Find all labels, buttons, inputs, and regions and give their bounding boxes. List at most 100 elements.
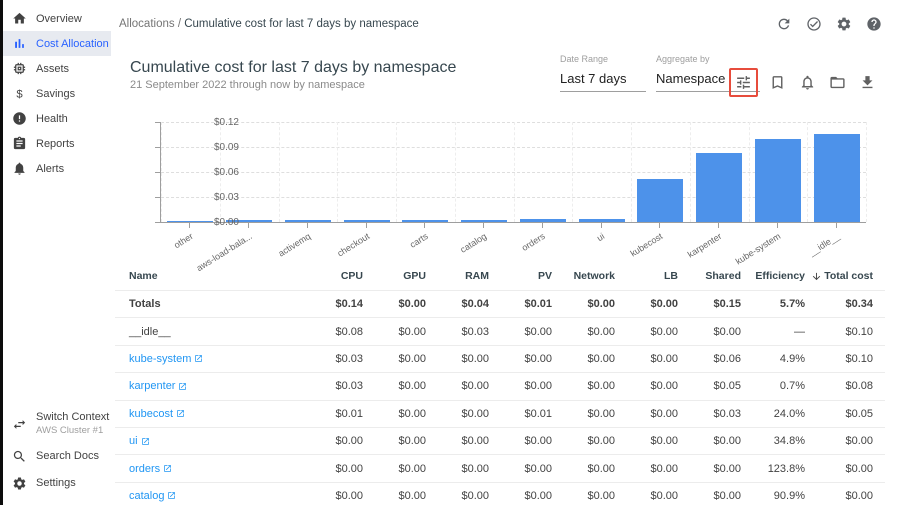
cell-ram: $0.00 bbox=[426, 435, 489, 447]
date-range-select[interactable]: Last 7 days bbox=[560, 71, 646, 92]
check-circle-button[interactable] bbox=[804, 14, 824, 34]
column-header-lb[interactable]: LB bbox=[615, 270, 678, 282]
cell-efficiency: 123.8% bbox=[741, 463, 805, 475]
x-axis-tick bbox=[366, 223, 367, 228]
help-button[interactable] bbox=[864, 14, 884, 34]
cell-ram: $0.03 bbox=[426, 326, 489, 338]
refresh-button[interactable] bbox=[774, 14, 794, 34]
cell-network: $0.00 bbox=[552, 490, 615, 502]
cell-lb: $0.00 bbox=[615, 435, 678, 447]
x-axis-tick-label: catalog bbox=[459, 231, 489, 255]
cell-gpu: $0.00 bbox=[363, 298, 426, 310]
column-header-total-cost[interactable]: Total cost bbox=[805, 270, 873, 282]
x-axis-tick-label: activemq bbox=[276, 231, 312, 259]
sidebar-item-health[interactable]: Health bbox=[3, 106, 111, 131]
column-header-name[interactable]: Name bbox=[129, 270, 300, 282]
column-header-shared[interactable]: Shared bbox=[678, 270, 741, 282]
bar-checkout[interactable] bbox=[344, 220, 390, 222]
svg-text:$: $ bbox=[16, 88, 23, 100]
cell-shared: $0.00 bbox=[678, 435, 741, 447]
gridline bbox=[572, 122, 573, 222]
cell-name: Totals bbox=[129, 298, 300, 310]
y-axis-tick-label: $0.00 bbox=[199, 217, 239, 228]
bar-chart-icon bbox=[12, 36, 27, 51]
external-link-icon bbox=[141, 437, 150, 446]
y-axis-tick-label: $0.03 bbox=[199, 192, 239, 203]
cell-pv: $0.01 bbox=[489, 298, 552, 310]
sidebar-item-sublabel: AWS Cluster #1 bbox=[36, 425, 109, 437]
column-header-ram[interactable]: RAM bbox=[426, 270, 489, 282]
bar-kubecost[interactable] bbox=[637, 179, 683, 222]
cell-shared: $0.05 bbox=[678, 380, 741, 392]
sidebar-item-label: Overview bbox=[36, 13, 82, 25]
cell-lb: $0.00 bbox=[615, 463, 678, 475]
namespace-link[interactable]: ui bbox=[129, 435, 150, 447]
cell-network: $0.00 bbox=[552, 326, 615, 338]
namespace-link[interactable]: catalog bbox=[129, 490, 176, 502]
page-subtitle: 21 September 2022 through now by namespa… bbox=[130, 79, 365, 91]
tune-button[interactable] bbox=[733, 72, 754, 93]
sidebar-nav: Overview Cost AllocationAssets$SavingsHea… bbox=[3, 0, 111, 181]
column-header-network[interactable]: Network bbox=[552, 270, 615, 282]
switch-context-icon bbox=[12, 417, 27, 432]
namespace-link[interactable]: karpenter bbox=[129, 380, 187, 392]
gear-button[interactable] bbox=[834, 14, 854, 34]
cell-network: $0.00 bbox=[552, 408, 615, 420]
cell-ram: $0.00 bbox=[426, 353, 489, 365]
y-axis-tick bbox=[155, 122, 160, 123]
allocation-table: NameCPUGPURAMPVNetworkLBSharedEfficiency… bbox=[115, 262, 885, 505]
bar-carts[interactable] bbox=[402, 220, 448, 222]
cell-ram: $0.00 bbox=[426, 380, 489, 392]
bar-catalog[interactable] bbox=[461, 220, 507, 222]
namespace-link[interactable]: orders bbox=[129, 463, 172, 475]
bar-activemq[interactable] bbox=[285, 220, 331, 222]
cell-gpu: $0.00 bbox=[363, 326, 426, 338]
breadcrumb-section[interactable]: Allocations bbox=[119, 18, 175, 30]
sidebar-item-overview[interactable]: Overview bbox=[3, 6, 111, 31]
gridline bbox=[161, 122, 162, 222]
namespace-link[interactable]: kube-system bbox=[129, 353, 203, 365]
cell-lb: $0.00 bbox=[615, 380, 678, 392]
cell-gpu: $0.00 bbox=[363, 435, 426, 447]
sidebar-item-alerts[interactable]: Alerts bbox=[3, 156, 111, 181]
x-axis-tick bbox=[248, 223, 249, 228]
breadcrumb: Allocations / Cumulative cost for last 7… bbox=[119, 18, 419, 30]
cell-cpu: $0.00 bbox=[300, 463, 363, 475]
cell-total-cost: $0.10 bbox=[805, 326, 873, 338]
sidebar-item-assets[interactable]: Assets bbox=[3, 56, 111, 81]
sidebar-item-label: Settings bbox=[36, 477, 76, 491]
cell-cpu: $0.14 bbox=[300, 298, 363, 310]
namespace-link[interactable]: kubecost bbox=[129, 408, 185, 420]
sidebar-item-search-docs[interactable]: Search Docs bbox=[3, 443, 111, 470]
x-axis-tick bbox=[424, 223, 425, 228]
bar-idle[interactable] bbox=[814, 134, 860, 222]
sidebar-item-switch-context[interactable]: Switch ContextAWS Cluster #1 bbox=[3, 405, 111, 443]
sidebar-item-settings[interactable]: Settings bbox=[3, 470, 111, 497]
bar-orders[interactable] bbox=[520, 219, 566, 222]
gridline bbox=[807, 122, 808, 222]
bar-karpenter[interactable] bbox=[696, 153, 742, 222]
column-header-efficiency[interactable]: Efficiency bbox=[741, 270, 805, 282]
column-header-label: Total cost bbox=[824, 270, 873, 282]
bookmark-button[interactable] bbox=[767, 72, 788, 93]
cell-cpu: $0.00 bbox=[300, 435, 363, 447]
column-header-gpu[interactable]: GPU bbox=[363, 270, 426, 282]
cell-name: catalog bbox=[129, 490, 300, 502]
x-axis-tick-label: ui bbox=[595, 231, 606, 243]
sidebar-item-savings[interactable]: $Savings bbox=[3, 81, 111, 106]
y-axis-tick bbox=[155, 222, 160, 223]
bar-ui[interactable] bbox=[579, 219, 625, 222]
download-button[interactable] bbox=[857, 72, 878, 93]
column-header-pv[interactable]: PV bbox=[489, 270, 552, 282]
folder-button[interactable] bbox=[827, 72, 848, 93]
bell-outline-button[interactable] bbox=[797, 72, 818, 93]
bar-kube-system[interactable] bbox=[755, 139, 801, 222]
sidebar-item-cost-allocation[interactable]: Cost Allocation bbox=[3, 31, 111, 56]
cell-ram: $0.04 bbox=[426, 298, 489, 310]
gridline bbox=[866, 122, 867, 222]
namespace-link-label: kubecost bbox=[129, 408, 173, 420]
sidebar-item-reports[interactable]: Reports bbox=[3, 131, 111, 156]
y-axis-tick bbox=[155, 197, 160, 198]
column-header-cpu[interactable]: CPU bbox=[300, 270, 363, 282]
cell-shared: $0.00 bbox=[678, 463, 741, 475]
